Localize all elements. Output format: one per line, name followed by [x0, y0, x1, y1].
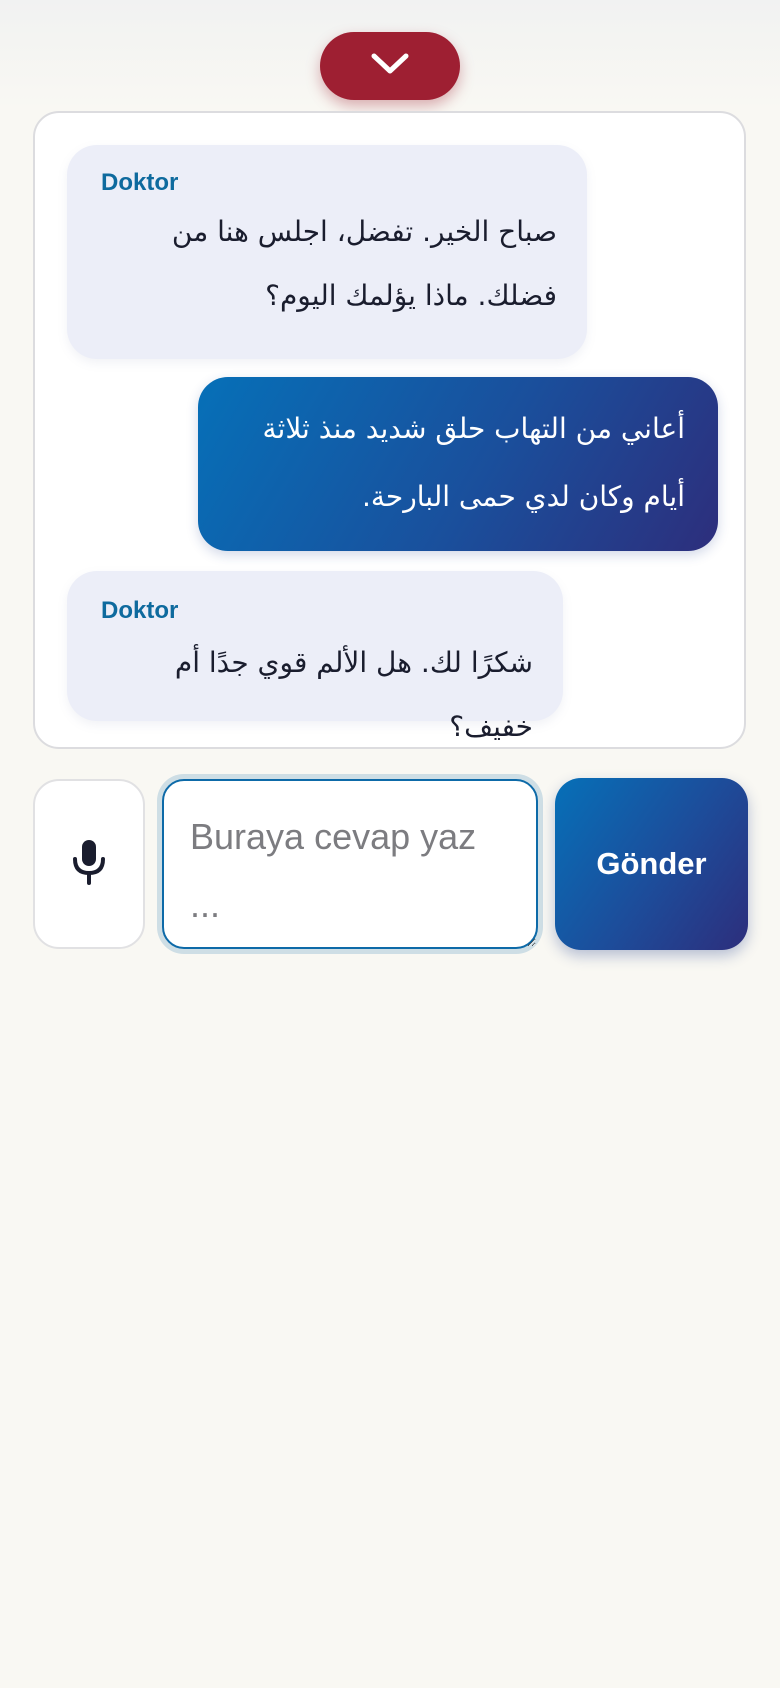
send-button[interactable]: Gönder	[555, 778, 748, 950]
microphone-icon	[71, 839, 107, 890]
microphone-button[interactable]	[33, 779, 145, 949]
sender-name: Doktor	[101, 169, 179, 196]
sender-name: Doktor	[101, 597, 179, 624]
chevron-down-icon	[370, 52, 410, 81]
chat-panel: Doktor صباح الخير. تفضل، اجلس هنا من فضل…	[33, 111, 746, 749]
collapse-button[interactable]	[320, 32, 460, 100]
message-line: شكرًا لك. هل الألم قوي جدًا أم خفيف؟	[174, 646, 533, 743]
patient-message: أعاني من التهاب حلق شديد منذ ثلاثة أيام …	[198, 377, 718, 551]
doctor-message: Doktor شكرًا لك. هل الألم قوي جدًا أم خف…	[67, 571, 563, 743]
message-line: أعاني من التهاب حلق شديد منذ ثلاثة	[262, 412, 685, 445]
message-line: صباح الخير. تفضل، اجلس هنا من	[171, 215, 557, 248]
message-line: فضلك. ماذا يؤلمك اليوم؟	[265, 279, 557, 312]
doctor-message: Doktor صباح الخير. تفضل، اجلس هنا من فضل…	[67, 145, 587, 359]
message-line: أيام وكان لدي حمى البارحة.	[362, 480, 685, 513]
reply-input[interactable]	[162, 779, 538, 949]
